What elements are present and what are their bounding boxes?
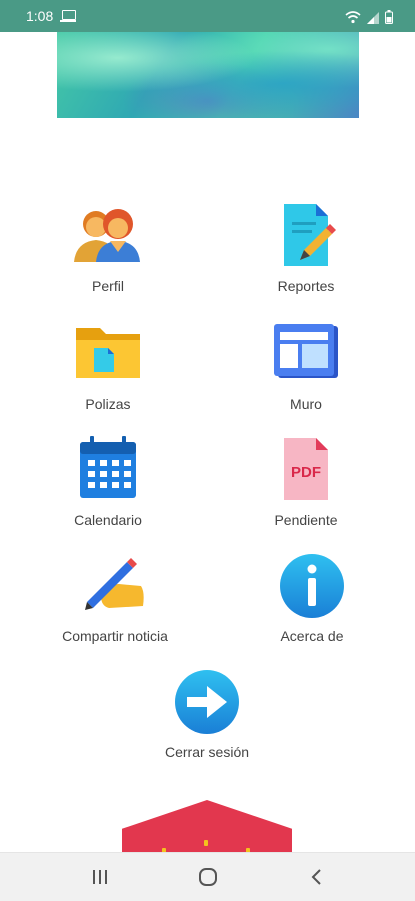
- menu-item-reportes[interactable]: Reportes: [206, 200, 406, 294]
- menu-item-calendario[interactable]: Calendario: [8, 434, 208, 528]
- report-icon: [284, 204, 336, 266]
- status-icons: [345, 8, 393, 24]
- menu-label-cerrar-sesion: Cerrar sesión: [164, 744, 250, 760]
- laptop-icon: [60, 10, 76, 22]
- menu-item-polizas[interactable]: Polizas: [8, 318, 208, 412]
- folder-icon: [76, 328, 140, 378]
- menu-label-polizas: Polizas: [85, 396, 131, 412]
- menu-item-perfil[interactable]: Perfil: [8, 200, 208, 294]
- menu-item-acerca-de[interactable]: Acerca de: [212, 550, 412, 644]
- menu-item-compartir-noticia[interactable]: Compartir noticia: [15, 550, 215, 644]
- pdf-text: PDF: [291, 464, 321, 481]
- menu-label-muro: Muro: [290, 396, 322, 412]
- menu-item-pendiente[interactable]: PDF Pendiente: [206, 434, 406, 528]
- calendar-icon: [80, 436, 136, 498]
- menu-label-compartir-noticia: Compartir noticia: [62, 628, 168, 644]
- bottom-decoration: [122, 800, 292, 860]
- users-icon: [74, 209, 140, 262]
- battery-icon: [385, 10, 393, 24]
- back-icon[interactable]: [305, 865, 329, 889]
- share-news-icon: [85, 558, 144, 610]
- menu-label-acerca-de: Acerca de: [280, 628, 344, 644]
- menu-label-pendiente: Pendiente: [274, 512, 338, 528]
- decoration-dot: [204, 840, 208, 846]
- pdf-icon: PDF: [284, 438, 328, 500]
- signal-icon: [367, 12, 379, 24]
- menu-label-perfil: Perfil: [92, 278, 124, 294]
- status-time: 1:08: [26, 8, 54, 24]
- menu-item-muro[interactable]: Muro: [206, 318, 406, 412]
- navigation-bar: [0, 852, 415, 901]
- header-banner-image: [57, 32, 359, 118]
- menu-label-reportes: Reportes: [277, 278, 335, 294]
- info-icon: [280, 554, 344, 618]
- status-bar: 1:08: [0, 0, 415, 32]
- wifi-icon: [345, 11, 361, 24]
- home-icon[interactable]: [196, 865, 220, 889]
- wall-icon: [274, 324, 338, 378]
- recent-apps-icon[interactable]: [88, 865, 112, 889]
- menu-label-calendario: Calendario: [74, 512, 142, 528]
- logout-icon: [175, 670, 239, 734]
- menu-item-cerrar-sesion[interactable]: Cerrar sesión: [107, 666, 307, 760]
